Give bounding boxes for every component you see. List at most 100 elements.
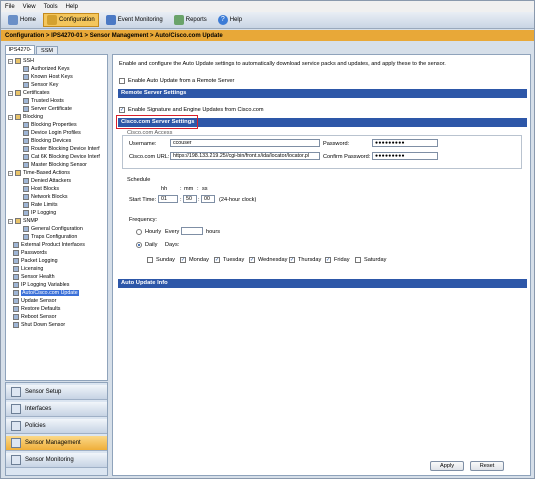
- tree-item[interactable]: Licensing: [13, 265, 43, 273]
- nav-button[interactable]: Sensor Setup: [6, 385, 107, 400]
- day-checkbox[interactable]: [355, 257, 361, 263]
- tree-item[interactable]: Trusted Hosts: [23, 97, 64, 105]
- tree-item[interactable]: Blocking Devices: [23, 137, 71, 145]
- tree-item[interactable]: Update Sensor: [13, 297, 56, 305]
- menu-tools[interactable]: Tools: [44, 4, 58, 10]
- auto-update-info-section-header[interactable]: Auto Update Info: [118, 279, 527, 288]
- password-label: Password:: [323, 141, 350, 147]
- tab-sensor-ssm[interactable]: SSM: [36, 46, 58, 54]
- tree-item-label: Blocking Properties: [31, 122, 77, 128]
- tree-item-label: SNMP: [23, 218, 39, 224]
- tree-item[interactable]: Master Blocking Sensor: [23, 161, 87, 169]
- tree-item[interactable]: − Time-Based Actions: [8, 169, 70, 177]
- nav-button[interactable]: Sensor Monitoring: [6, 453, 107, 468]
- start-second-input[interactable]: 00: [201, 195, 215, 203]
- tree-item[interactable]: Server Certificate: [23, 105, 72, 113]
- remote-server-section-header[interactable]: Remote Server Settings: [118, 89, 527, 98]
- apply-button[interactable]: Apply: [430, 461, 464, 471]
- start-hour-input[interactable]: 01: [158, 195, 178, 203]
- tree-item[interactable]: Auto/Cisco.com Update: [13, 289, 79, 297]
- tree-item[interactable]: Network Blocks: [23, 193, 68, 201]
- tree-item-label: Rate Limits: [31, 202, 58, 208]
- tree-item[interactable]: Blocking Properties: [23, 121, 77, 129]
- tree-item-label: Traps Configuration: [31, 234, 78, 240]
- colon-1: :: [180, 186, 182, 192]
- tree-item[interactable]: Restore Defaults: [13, 305, 60, 313]
- frequency-label: Frequency:: [129, 217, 157, 223]
- event-monitoring-button[interactable]: Event Monitoring: [102, 13, 167, 27]
- colon-2: :: [197, 186, 199, 192]
- day-checkbox[interactable]: ✓: [249, 257, 255, 263]
- enable-signature-checkbox[interactable]: ✓: [119, 107, 125, 113]
- tree-item-label: Sensor Health: [21, 274, 55, 280]
- tree-item[interactable]: General Configuration: [23, 225, 83, 233]
- tree-item[interactable]: Rate Limits: [23, 201, 58, 209]
- tree-item[interactable]: IP Logging Variables: [13, 281, 69, 289]
- tree-item-label: Cat 6K Blocking Device Interf: [31, 154, 100, 160]
- daily-label: Daily: [145, 242, 158, 248]
- nav-button[interactable]: Interfaces: [6, 402, 107, 417]
- tree-item[interactable]: − SSH: [8, 57, 34, 65]
- nav-button[interactable]: Policies: [6, 419, 107, 434]
- collapse-toggle-icon[interactable]: −: [8, 58, 13, 64]
- daily-radio[interactable]: [136, 242, 142, 248]
- configuration-button[interactable]: Configuration: [43, 13, 99, 27]
- nav-button[interactable]: Sensor Management: [6, 436, 107, 451]
- hours-label: hours: [206, 229, 220, 235]
- tree-item[interactable]: Packet Logging: [13, 257, 58, 265]
- tab-sensor-ips4270[interactable]: IPS4270-01: [5, 45, 35, 62]
- confirm-password-input[interactable]: ●●●●●●●●●: [372, 152, 438, 160]
- configuration-tree: − SSH Authorized Keys Known Host Keys Sensor…: [5, 54, 108, 381]
- home-button[interactable]: Home: [4, 13, 40, 27]
- tree-item[interactable]: Host Blocks: [23, 185, 59, 193]
- day-checkbox[interactable]: ✓: [180, 257, 186, 263]
- hourly-radio[interactable]: [136, 229, 142, 235]
- tree-item[interactable]: − Blocking: [8, 113, 43, 121]
- tree-item[interactable]: Router Blocking Device Interf: [23, 145, 100, 153]
- tree-item[interactable]: Reboot Sensor: [13, 313, 56, 321]
- tree-item[interactable]: − Certificates: [8, 89, 50, 97]
- tree-item[interactable]: − SNMP: [8, 217, 38, 225]
- menu-help[interactable]: Help: [66, 4, 78, 10]
- collapse-toggle-icon[interactable]: −: [8, 218, 13, 224]
- tree-item[interactable]: Sensor Key: [23, 81, 58, 89]
- page-icon: [13, 314, 19, 320]
- tree-item[interactable]: Cat 6K Blocking Device Interf: [23, 153, 100, 161]
- day-checkbox[interactable]: [147, 257, 153, 263]
- enable-remote-label: Enable Auto Update from a Remote Server: [128, 78, 235, 84]
- reset-button[interactable]: Reset: [470, 461, 504, 471]
- tree-item[interactable]: IP Logging: [23, 209, 56, 217]
- menu-file[interactable]: File: [5, 4, 15, 10]
- tree-item[interactable]: Sensor Health: [13, 273, 55, 281]
- hh-label: hh: [161, 186, 168, 192]
- page-icon: [13, 298, 19, 304]
- tree-item[interactable]: Passwords: [13, 249, 47, 257]
- tree-item[interactable]: Authorized Keys: [23, 65, 70, 73]
- menu-view[interactable]: View: [23, 4, 36, 10]
- collapse-toggle-icon[interactable]: −: [8, 170, 13, 176]
- collapse-toggle-icon[interactable]: −: [8, 90, 13, 96]
- start-minute-input[interactable]: 50: [183, 195, 197, 203]
- username-input[interactable]: ccouser: [170, 139, 320, 147]
- help-button[interactable]: ? Help: [214, 13, 246, 27]
- nav-icon: [11, 387, 21, 397]
- configuration-label: Configuration: [59, 17, 95, 23]
- tree-item[interactable]: Known Host Keys: [23, 73, 73, 81]
- tree-item[interactable]: Denied Attackers: [23, 177, 71, 185]
- day-checkbox[interactable]: ✓: [325, 257, 331, 263]
- day-checkbox[interactable]: ✓: [214, 257, 220, 263]
- tree-item[interactable]: Shut Down Sensor: [13, 321, 65, 329]
- tree-item-label: Restore Defaults: [21, 306, 61, 312]
- hours-input[interactable]: [181, 227, 203, 235]
- tree-item[interactable]: External Product Interfaces: [13, 241, 85, 249]
- tree-item-label: Passwords: [21, 250, 47, 256]
- tree-item-label: Blocking Devices: [31, 138, 72, 144]
- day-checkbox[interactable]: ✓: [289, 257, 295, 263]
- tree-item[interactable]: Traps Configuration: [23, 233, 77, 241]
- password-input[interactable]: ●●●●●●●●●: [372, 139, 438, 147]
- enable-remote-checkbox[interactable]: [119, 78, 125, 84]
- tree-item[interactable]: Device Login Profiles: [23, 129, 81, 137]
- reports-button[interactable]: Reports: [170, 13, 211, 27]
- collapse-toggle-icon[interactable]: −: [8, 114, 13, 120]
- url-input[interactable]: https://198.133.219.25//cgi-bin/front.x/…: [170, 152, 320, 160]
